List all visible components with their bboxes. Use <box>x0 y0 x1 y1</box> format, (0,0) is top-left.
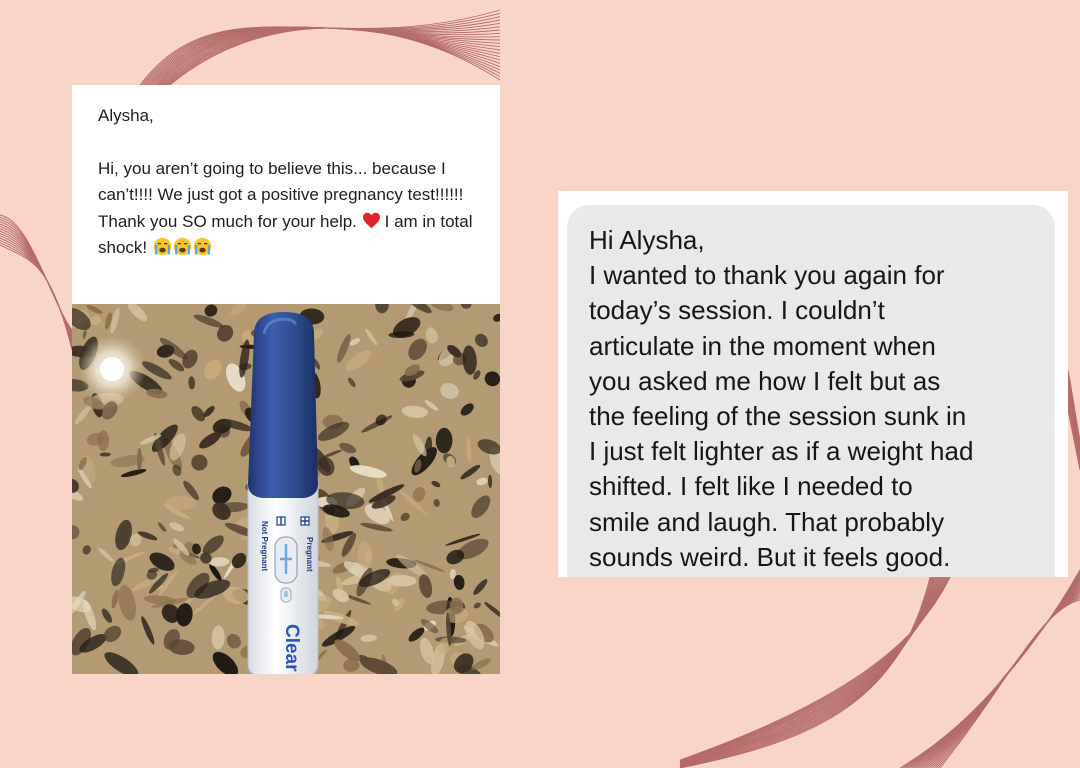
session-message-card: Hi Alysha, I wanted to thank you again f… <box>558 191 1068 577</box>
message-text: Alysha, Hi, you aren’t going to believe … <box>98 103 488 262</box>
message-body: Hi, you aren’t going to believe this... … <box>98 156 488 262</box>
bubble-line: shifted. I felt like I needed to <box>589 471 913 502</box>
bubble-line: today’s session. I couldn’t <box>589 295 885 326</box>
bubble-line: I just felt lighter as if a weight had <box>589 436 974 467</box>
not-pregnant-label: Not Pregnant <box>260 521 269 572</box>
pregnant-label: Pregnant <box>305 537 314 572</box>
crying-face-icon <box>193 237 212 256</box>
bubble-line: I wanted to thank you again for <box>589 260 945 291</box>
heart-icon <box>362 212 380 228</box>
test-stick: Pregnant Not Pregnant Clear <box>247 312 319 674</box>
pregnancy-message-card: Alysha, Hi, you aren’t going to believe … <box>72 85 500 674</box>
message-greeting: Alysha, <box>98 106 154 125</box>
bubble-text: Hi Alysha, I wanted to thank you again f… <box>589 223 1049 575</box>
message-bubble: Hi Alysha, I wanted to thank you again f… <box>567 205 1055 577</box>
bubble-line: the feeling of the session sunk in <box>589 401 967 432</box>
crying-face-icon <box>173 237 192 256</box>
bubble-line: sounds weird. But it feels good. <box>589 541 951 572</box>
bubble-line: smile and laugh. That probably <box>589 506 945 537</box>
crying-face-icon <box>153 237 172 256</box>
brand-label: Clear <box>281 624 302 672</box>
bubble-line: you asked me how I felt but as <box>589 365 941 396</box>
pregnancy-test-photo: Pregnant Not Pregnant Clear <box>72 304 500 674</box>
bubble-line: articulate in the moment when <box>589 330 936 361</box>
bubble-line: Hi Alysha, <box>589 225 705 255</box>
